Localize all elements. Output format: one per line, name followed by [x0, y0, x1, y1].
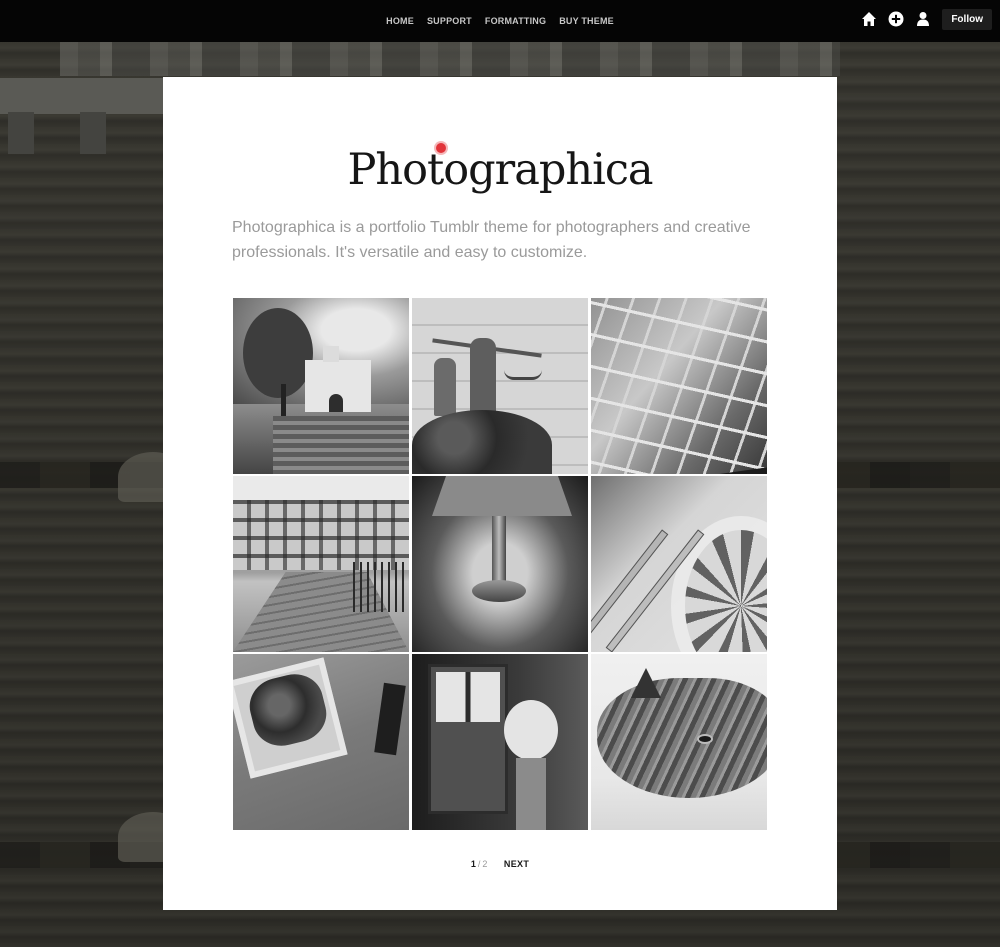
- photo-railing: [353, 562, 409, 612]
- photo-building-windows: [233, 500, 409, 570]
- photo-door-window: [436, 672, 500, 722]
- harbor-boats: [60, 42, 840, 76]
- top-bar: HOME SUPPORT FORMATTING BUY THEME Follow: [0, 0, 1000, 42]
- content-card: Photographica Photographica is a portfol…: [163, 77, 837, 910]
- pier-leg: [8, 112, 34, 154]
- photo-doll-head: [504, 700, 558, 760]
- home-icon[interactable]: [860, 10, 878, 28]
- nav-home[interactable]: HOME: [386, 16, 414, 26]
- pier-leg: [80, 112, 106, 154]
- site-header: Photographica: [163, 143, 837, 195]
- tumblr-controls: Follow: [860, 8, 992, 30]
- photo-tile-plant[interactable]: [233, 654, 409, 830]
- pagination-separator: /: [477, 859, 481, 869]
- photo-cat-eye: [697, 734, 713, 744]
- logo-accent-dot: [436, 143, 446, 153]
- photo-tile-walkway[interactable]: [233, 476, 409, 652]
- photo-tile-church[interactable]: [233, 298, 409, 474]
- photo-scales: [504, 370, 542, 380]
- photo-church-door: [329, 394, 343, 412]
- photo-bush: [412, 410, 552, 474]
- nav-buy-theme[interactable]: BUY THEME: [559, 16, 614, 26]
- photo-plate: [671, 516, 767, 652]
- photo-tile-forks[interactable]: [591, 476, 767, 652]
- photo-steps: [273, 416, 409, 474]
- pier: [0, 78, 170, 114]
- photo-lamp-stem: [492, 516, 506, 588]
- photo-tile-glass-building[interactable]: [591, 298, 767, 474]
- photo-statue-small: [434, 358, 456, 416]
- photo-lamp-shade: [432, 476, 572, 516]
- pagination-current: 1: [470, 859, 476, 869]
- photo-cat: [597, 678, 767, 798]
- site-description: Photographica is a portfolio Tumblr them…: [232, 219, 751, 261]
- photo-tile-cat[interactable]: [591, 654, 767, 830]
- photo-grid: [233, 298, 767, 832]
- pagination: 1/2 NEXT: [163, 859, 837, 869]
- site-title[interactable]: Photographica: [347, 145, 653, 195]
- photo-tile-lamp[interactable]: [412, 476, 588, 652]
- main-nav: HOME SUPPORT FORMATTING BUY THEME: [0, 0, 1000, 42]
- nav-formatting[interactable]: FORMATTING: [485, 16, 546, 26]
- plus-circle-icon[interactable]: [887, 10, 905, 28]
- photo-tile-statue[interactable]: [412, 298, 588, 474]
- nav-support[interactable]: SUPPORT: [427, 16, 472, 26]
- photo-doll-body: [516, 758, 546, 830]
- photo-tile-doll[interactable]: [412, 654, 588, 830]
- photo-post: [374, 682, 406, 756]
- photo-statue: [470, 338, 496, 418]
- next-page-link[interactable]: NEXT: [504, 859, 529, 869]
- photo-lamp-base: [472, 580, 526, 602]
- photo-tree: [243, 308, 313, 398]
- follow-button[interactable]: Follow: [942, 8, 992, 30]
- user-icon[interactable]: [914, 10, 932, 28]
- photo-glass-facade: [591, 298, 767, 474]
- pagination-total: 2: [482, 859, 488, 869]
